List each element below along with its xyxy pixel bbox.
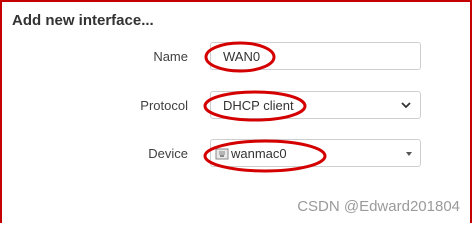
name-field-container <box>210 42 421 70</box>
protocol-selected-value: DHCP client <box>223 98 294 113</box>
caret-down-icon <box>406 152 412 156</box>
protocol-label: Protocol <box>140 98 188 113</box>
device-selected-value: wanmac0 <box>231 146 287 161</box>
name-label: Name <box>153 49 188 64</box>
device-select[interactable]: wanmac0 <box>210 139 421 167</box>
add-interface-dialog: Add new interface... Name Protocol DHCP … <box>0 0 472 223</box>
name-input[interactable] <box>211 43 420 69</box>
ethernet-port-icon <box>215 148 229 160</box>
watermark-text: CSDN @Edward201804 <box>297 198 460 215</box>
device-label: Device <box>148 146 188 161</box>
protocol-select[interactable]: DHCP client <box>210 91 421 119</box>
chevron-down-icon <box>401 102 411 109</box>
dialog-title: Add new interface... <box>12 12 154 29</box>
